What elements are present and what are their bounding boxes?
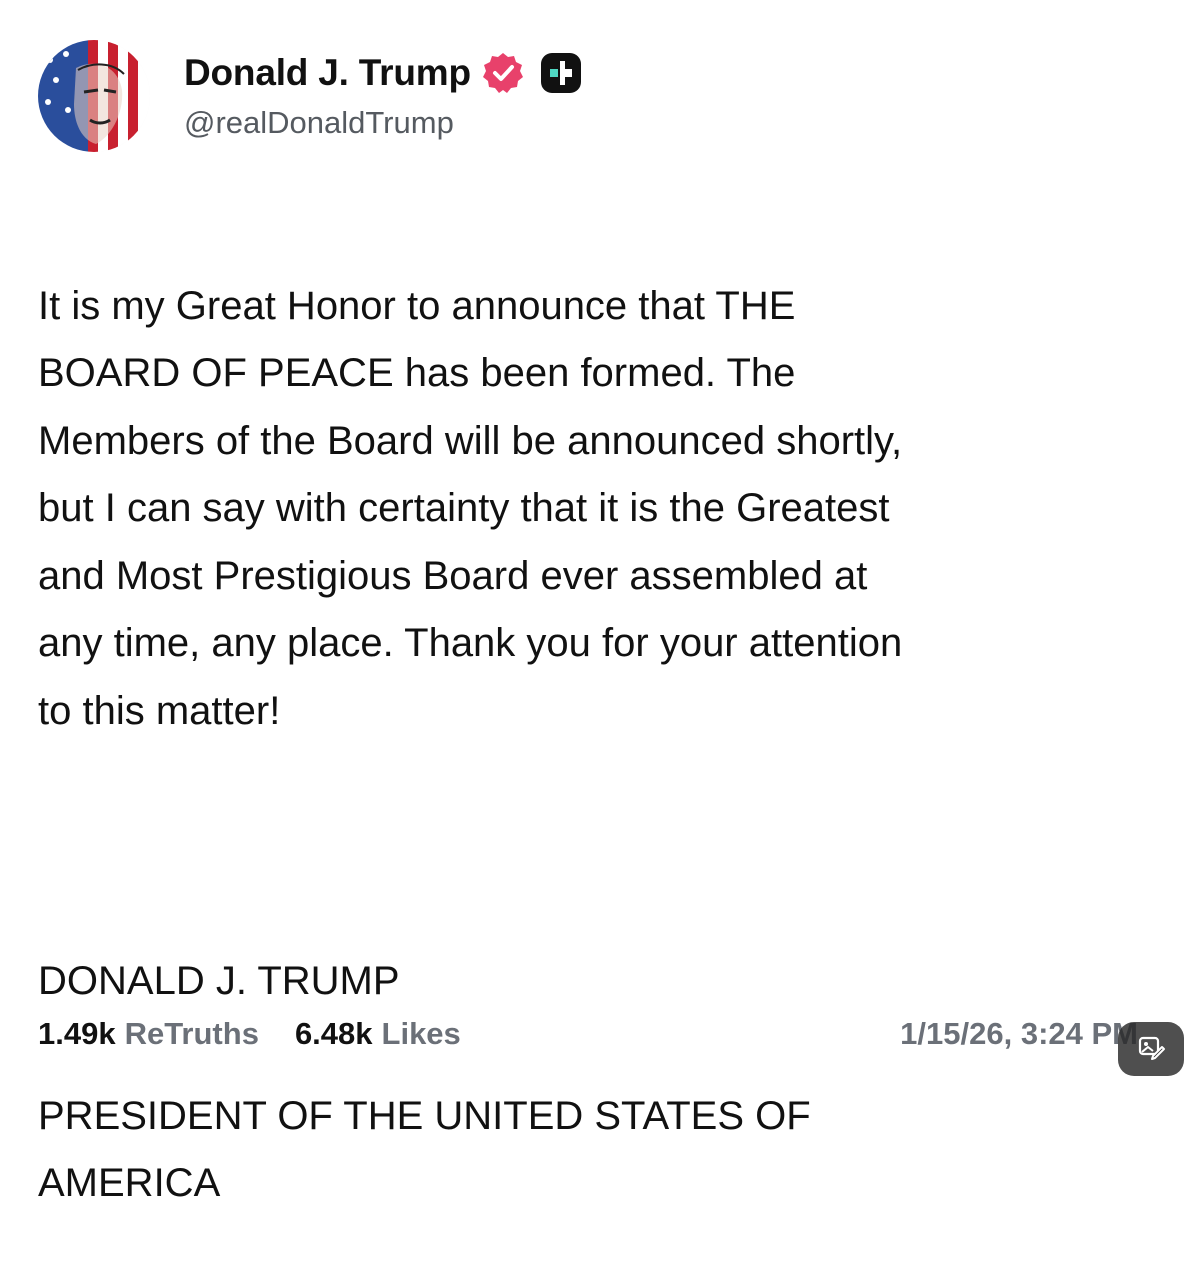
image-edit-button[interactable] xyxy=(1118,1022,1184,1076)
truth-post: Donald J. Trump @realDonaldTrump It is m… xyxy=(0,0,1200,1205)
verified-check-icon xyxy=(481,51,525,95)
signature-title: PRESIDENT OF THE UNITED STATES OF AMERIC… xyxy=(38,1093,811,1206)
body-paragraph: It is my Great Honor to announce that TH… xyxy=(38,283,903,733)
retruths-count: 1.49k xyxy=(38,1016,116,1051)
author-handle[interactable]: @realDonaldTrump xyxy=(184,105,583,141)
retruths-stat[interactable]: 1.49k ReTruths xyxy=(38,1016,259,1052)
avatar[interactable] xyxy=(38,40,150,152)
image-edit-icon xyxy=(1136,1032,1166,1067)
post-footer: 1.49k ReTruths 6.48k Likes 1/15/26, 3:24… xyxy=(38,1006,1168,1062)
name-row: Donald J. Trump xyxy=(184,47,583,99)
truth-plus-icon[interactable] xyxy=(539,51,583,95)
likes-label: Likes xyxy=(381,1016,461,1051)
signature-name: DONALD J. TRUMP xyxy=(38,958,400,1003)
post-timestamp[interactable]: 1/15/26, 3:24 PM xyxy=(900,1016,1138,1052)
display-name[interactable]: Donald J. Trump xyxy=(184,52,471,94)
retruths-label: ReTruths xyxy=(124,1016,259,1051)
likes-stat[interactable]: 6.48k Likes xyxy=(295,1016,461,1052)
author-identity: Donald J. Trump @realDonaldTrump xyxy=(184,47,583,141)
post-header: Donald J. Trump @realDonaldTrump xyxy=(38,40,583,152)
post-body: It is my Great Honor to announce that TH… xyxy=(38,205,1168,1285)
avatar-image xyxy=(38,40,150,152)
likes-count: 6.48k xyxy=(294,1016,373,1051)
